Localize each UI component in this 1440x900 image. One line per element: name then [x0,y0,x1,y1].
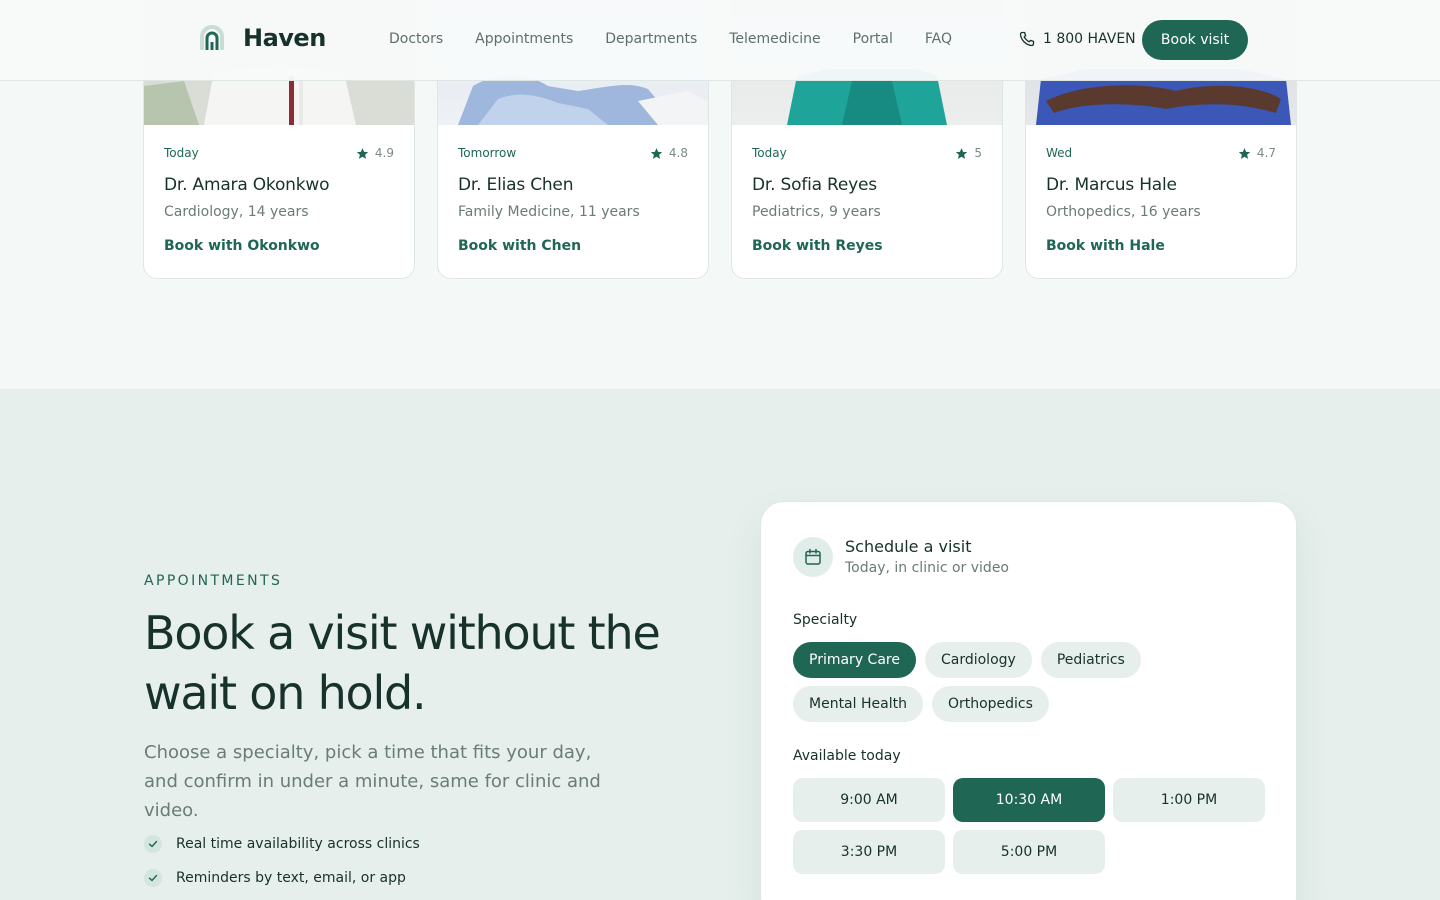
time-slots: 9:00 AM 10:30 AM 1:00 PM 3:30 PM 5:00 PM [793,778,1273,874]
phone-number: 1 800 HAVEN [1043,31,1136,47]
rating-value: 4.8 [668,146,688,160]
check-icon [144,835,162,853]
rating: 4.9 [356,146,394,160]
time-slot[interactable]: 5:00 PM [953,830,1105,874]
chip-mental-health[interactable]: Mental Health [793,686,923,722]
panel-title: Schedule a visit [845,537,972,556]
phone-icon [1019,31,1035,47]
rating: 5 [955,146,982,160]
star-icon [650,147,663,159]
doctor-specialty: Orthopedics, 16 years [1046,204,1201,220]
time-slot[interactable]: 1:00 PM [1113,778,1265,822]
specialty-chips: Primary Care Cardiology Pediatrics Menta… [793,642,1273,730]
doctor-name: Dr. Elias Chen [458,175,574,195]
site-header: Haven Doctors Appointments Departments T… [0,0,1440,81]
availability-label: Wed [1046,146,1073,160]
book-doctor-link[interactable]: Book with Hale [1046,238,1276,254]
feature-item: Reminders by text, email, or app [144,861,420,895]
panel-subtitle: Today, in clinic or video [845,560,1010,576]
nav-portal[interactable]: Portal [853,31,893,47]
nav-telemedicine[interactable]: Telemedicine [729,31,820,47]
star-icon [1238,147,1251,159]
feature-list: Real time availability across clinics Re… [144,827,420,895]
brand-name: Haven [243,24,326,52]
star-icon [956,147,968,159]
rating-value: 4.9 [374,146,394,160]
calendar-icon [793,537,833,577]
doctor-name: Dr. Amara Okonkwo [164,175,330,195]
doctor-name: Dr. Sofia Reyes [752,175,877,195]
nav-appointments[interactable]: Appointments [475,31,573,47]
brand-logo[interactable]: Haven [200,24,326,52]
section-lead: Choose a specialty, pick a time that fit… [144,742,601,821]
rating-value: 5 [974,146,982,160]
check-icon [144,869,162,887]
doctor-specialty: Pediatrics, 9 years [752,204,881,220]
specialty-label: Specialty [793,612,858,628]
book-doctor-link[interactable]: Book with Chen [458,238,688,254]
star-icon [356,147,369,159]
chip-primary-care[interactable]: Primary Care [793,642,916,678]
feature-text: Real time availability across clinics [176,836,420,852]
availability-label: Today [164,146,199,160]
rating: 4.8 [650,146,688,160]
book-doctor-link[interactable]: Book with Okonkwo [164,238,394,254]
arch-logo-icon [200,25,224,50]
doctor-specialty: Family Medicine, 11 years [458,204,640,220]
section-eyebrow: APPOINTMENTS [144,573,283,589]
rating-value: 4.7 [1256,146,1276,160]
nav-faq[interactable]: FAQ [925,31,952,47]
main-nav: Doctors Appointments Departments Telemed… [389,31,984,47]
chip-orthopedics[interactable]: Orthopedics [931,686,1049,722]
rating: 4.7 [1238,146,1276,160]
nav-departments[interactable]: Departments [605,31,697,47]
chip-pediatrics[interactable]: Pediatrics [1040,642,1141,678]
book-visit-button[interactable]: Book visit [1142,20,1248,60]
schedule-panel: Schedule a visit Today, in clinic or vid… [760,501,1297,900]
phone-link[interactable]: 1 800 HAVEN [1019,31,1136,47]
time-slot[interactable]: 9:00 AM [793,778,945,822]
book-doctor-link[interactable]: Book with Reyes [752,238,982,254]
time-slot[interactable]: 3:30 PM [793,830,945,874]
availability-label: Today [752,146,787,160]
feature-text: Reminders by text, email, or app [176,870,406,886]
section-headline: Book a visit without the wait on hold. [144,606,661,720]
time-label: Available today [793,748,901,764]
doctor-name: Dr. Marcus Hale [1046,175,1177,195]
nav-doctors[interactable]: Doctors [389,31,443,47]
chip-cardiology[interactable]: Cardiology [924,642,1032,678]
availability-label: Tomorrow [458,146,517,160]
time-slot-selected[interactable]: 10:30 AM [953,778,1105,822]
feature-item: Real time availability across clinics [144,827,420,861]
appointments-section: APPOINTMENTS Book a visit without the wa… [0,389,1440,900]
doctor-specialty: Cardiology, 14 years [164,204,309,220]
